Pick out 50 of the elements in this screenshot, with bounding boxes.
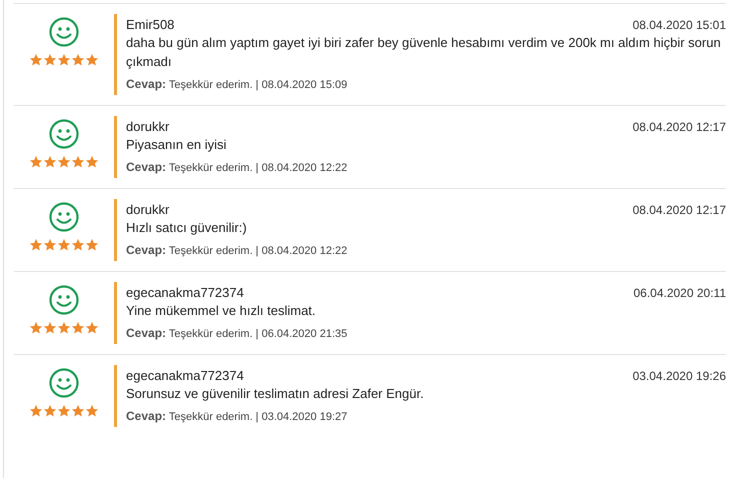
star-icon — [85, 321, 99, 335]
star-icon — [71, 53, 85, 67]
star-icon — [85, 404, 99, 418]
star-icon — [85, 53, 99, 67]
star-icon — [29, 321, 43, 335]
star-icon — [29, 53, 43, 67]
star-icon — [57, 53, 71, 67]
seller-reply: Cevap: Teşekkür ederim. | 03.04.2020 19:27 — [126, 408, 348, 425]
star-icon — [43, 404, 57, 418]
seller-reply: Cevap: Teşekkür ederim. | 06.04.2020 21:35 — [126, 325, 348, 342]
star-icon — [29, 155, 43, 169]
review-comment: Sorunsuz ve güvenilir teslimatın adresi Zafer Engür. — [126, 385, 425, 403]
star-icon — [43, 321, 57, 335]
star-icon — [57, 321, 71, 335]
star-icon — [43, 53, 57, 67]
star-icon — [85, 155, 99, 169]
review-comment: Hızlı satıcı güvenilir:) — [126, 219, 248, 237]
smiley-icon — [49, 285, 79, 315]
review-comment: Yine mükemmel ve hızlı teslimat. — [126, 302, 317, 320]
star-icon — [85, 238, 99, 252]
smiley-icon — [49, 119, 79, 149]
user-name: egecanakma772374 — [126, 285, 244, 300]
star-icon — [43, 238, 57, 252]
star-icon — [29, 404, 43, 418]
user-name: dorukkr — [126, 202, 170, 217]
star-icon — [71, 238, 85, 252]
star-icon — [29, 238, 43, 252]
star-icon — [71, 155, 85, 169]
star-icon — [57, 155, 71, 169]
seller-reply: Cevap: Teşekkür ederim. | 08.04.2020 12:22 — [126, 242, 348, 259]
smiley-icon — [49, 202, 79, 232]
review-date: 08.04.2020 12:17 — [632, 203, 726, 217]
review-comment: daha bu gün alım yaptım gayet iyi biri zafer bey güvenle hesabımı verdim ve 200k mı aldım hiçbir sorun çıkmadı — [126, 34, 722, 71]
star-icon — [57, 238, 71, 252]
star-icon — [71, 321, 85, 335]
seller-reply: Cevap: Teşekkür ederim. | 08.04.2020 15:09 — [126, 76, 348, 93]
star-icon — [57, 404, 71, 418]
star-icon — [71, 404, 85, 418]
review-date: 03.04.2020 19:26 — [632, 369, 726, 383]
user-name: Emir508 — [126, 17, 174, 32]
review-date: 06.04.2020 20:11 — [633, 286, 726, 300]
review-date: 08.04.2020 15:01 — [632, 18, 726, 32]
star-icon — [43, 155, 57, 169]
seller-reply: Cevap: Teşekkür ederim. | 08.04.2020 12:22 — [126, 159, 348, 176]
review-comment: Piyasanın en iyisi — [126, 136, 228, 154]
user-name: egecanakma772374 — [126, 368, 244, 383]
smiley-icon — [49, 368, 79, 398]
user-name: dorukkr — [126, 119, 170, 134]
smiley-icon — [49, 17, 79, 47]
review-date: 08.04.2020 12:17 — [632, 120, 726, 134]
